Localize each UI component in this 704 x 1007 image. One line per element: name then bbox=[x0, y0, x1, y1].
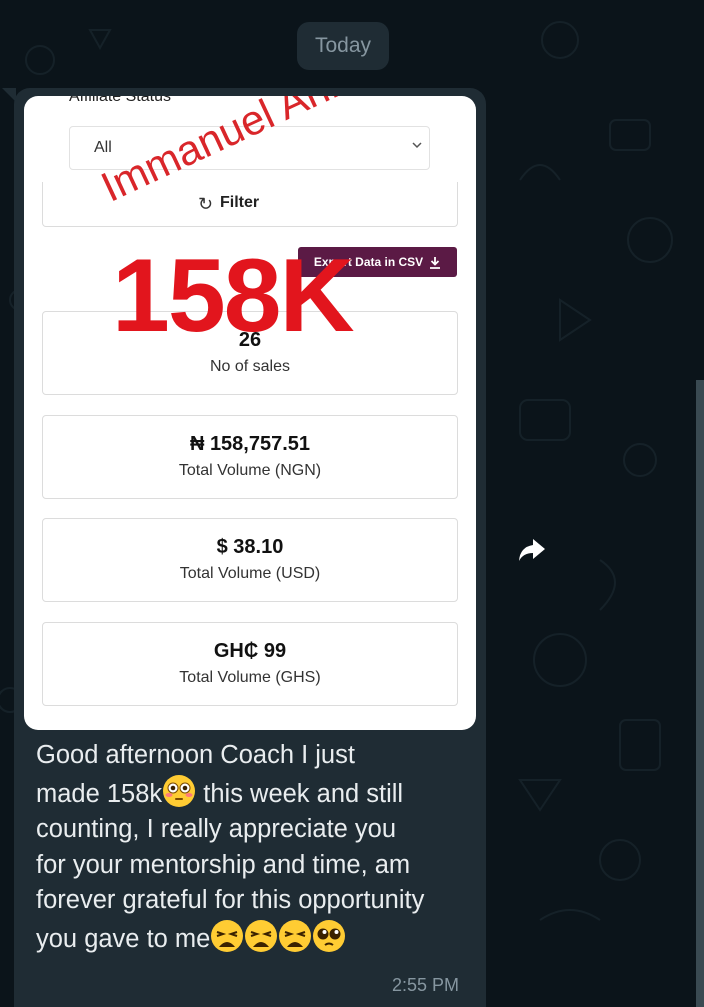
stat-card-ngn: ₦ 158,757.51 Total Volume (NGN) bbox=[42, 415, 458, 499]
weary-face-emoji bbox=[211, 919, 244, 952]
message-fragment: this week and still bbox=[196, 779, 404, 808]
message-line: counting, I really appreciate you bbox=[36, 815, 397, 843]
watermark-amount: 158K bbox=[112, 238, 355, 354]
adjacent-panel-edge bbox=[696, 380, 704, 1007]
download-icon bbox=[430, 256, 441, 269]
affiliate-status-label: Affiliate Status bbox=[69, 96, 171, 105]
stat-value: ₦ 158,757.51 bbox=[189, 433, 311, 455]
chevron-down-icon bbox=[412, 142, 422, 149]
message-line: forever grateful for this opportunity bbox=[36, 886, 425, 914]
flushed-face-emoji bbox=[163, 774, 196, 807]
stat-label: No of sales bbox=[209, 358, 291, 375]
message-timestamp: 2:55 PM bbox=[392, 975, 460, 995]
forward-arrow-icon bbox=[519, 539, 545, 561]
message-line: Good afternoon Coach I just bbox=[36, 741, 355, 769]
select-value: All bbox=[94, 139, 112, 156]
message-fragment: you gave to me bbox=[36, 924, 211, 953]
stat-label: Total Volume (NGN) bbox=[178, 462, 322, 479]
stat-card-ghs: GH₵ 99 Total Volume (GHS) bbox=[42, 622, 458, 706]
stat-label: Total Volume (USD) bbox=[179, 565, 321, 582]
forward-button[interactable] bbox=[509, 527, 555, 573]
message-line: made 158k this week and still bbox=[36, 774, 476, 813]
attached-screenshot[interactable]: Affiliate Status All ↻ Filter Export Dat… bbox=[24, 96, 476, 730]
date-chip: Today bbox=[297, 22, 389, 70]
pleading-face-emoji bbox=[313, 919, 346, 952]
message-fragment: made 158k bbox=[36, 779, 163, 808]
stat-value: GH₵ 99 bbox=[213, 640, 287, 662]
weary-face-emoji bbox=[245, 919, 278, 952]
filter-label: Filter bbox=[220, 194, 260, 211]
message-text: Good afternoon Coach I just made 158k th… bbox=[36, 738, 476, 957]
message-line: for your mentorship and time, am bbox=[36, 850, 411, 879]
refresh-icon: ↻ bbox=[198, 194, 214, 214]
message-line: you gave to me bbox=[36, 919, 476, 958]
weary-face-emoji bbox=[279, 919, 312, 952]
stat-label: Total Volume (GHS) bbox=[179, 669, 321, 686]
stat-value: $ 38.10 bbox=[216, 536, 284, 558]
stat-card-usd: $ 38.10 Total Volume (USD) bbox=[42, 518, 458, 602]
